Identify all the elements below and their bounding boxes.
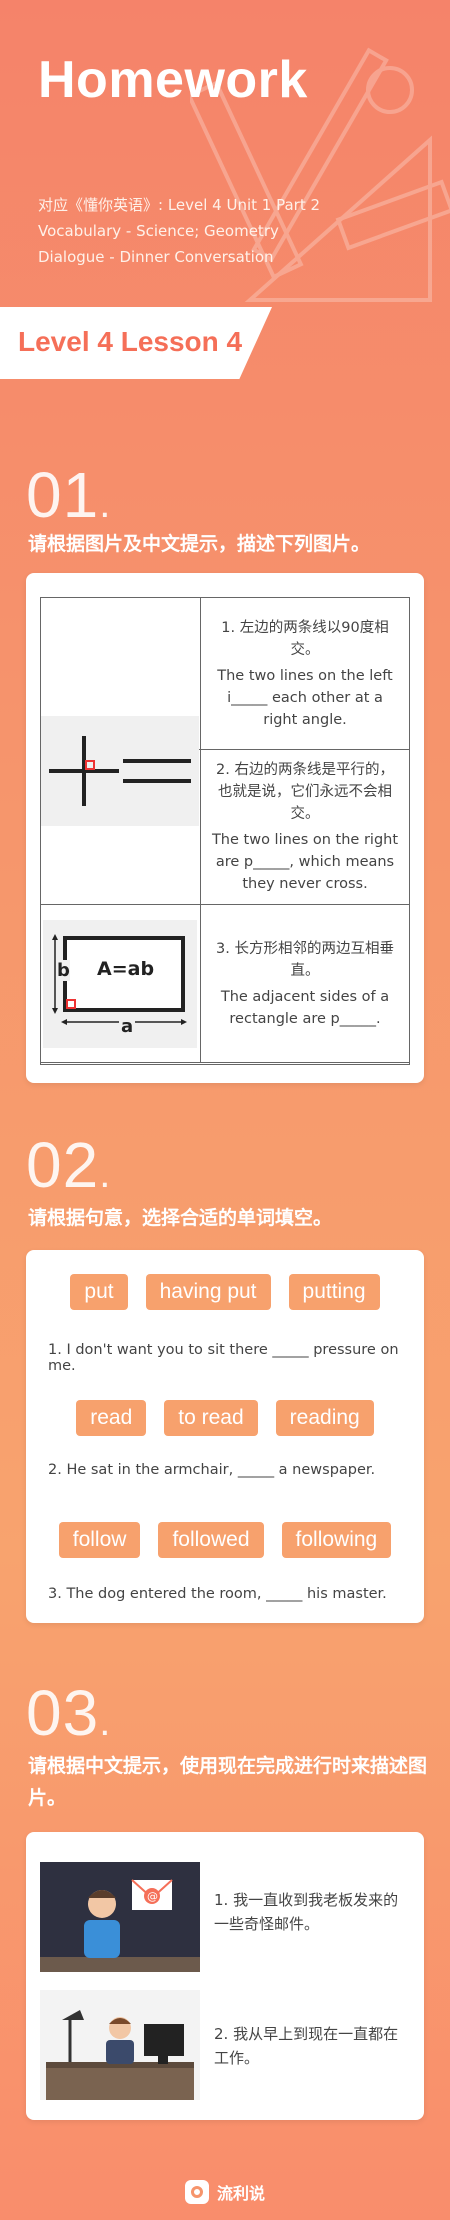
- option-chip[interactable]: putting: [288, 1274, 380, 1310]
- brand-name: 流利说: [216, 2184, 265, 2203]
- description-table: 1. 左边的两条线以90度相交。 The two lines on the le…: [40, 597, 410, 1065]
- row-3-cn: 3. 长方形相邻的两边互相垂直。: [216, 940, 394, 979]
- section-3-instruction: 请根据中文提示，使用现在完成进行时来描述图片。: [28, 1755, 428, 1809]
- options-group-1: put having put putting: [26, 1274, 424, 1310]
- table-cell-text: 1. 左边的两条线以90度相交。 The two lines on the le…: [201, 598, 409, 749]
- level-label: Level 4 Lesson 4: [18, 326, 243, 357]
- item-1-text: 1. 我一直收到我老板发来的一些奇怪邮件。: [214, 1891, 399, 1933]
- footer: 流利说: [0, 2180, 450, 2204]
- meta-line-1: 对应《懂你英语》: Level 4 Unit 1 Part 2: [38, 196, 321, 214]
- sentence-3: 3. The dog entered the room, _____ his m…: [48, 1586, 387, 1602]
- sentence-2: 2. He sat in the armchair, _____ a newsp…: [48, 1462, 376, 1478]
- section-1-card: 1. 左边的两条线以90度相交。 The two lines on the le…: [26, 573, 424, 1083]
- section-number-3: 03.: [26, 1677, 112, 1749]
- option-chip[interactable]: reading: [275, 1400, 374, 1436]
- section-2-card: put having put putting 1. I don't want y…: [26, 1250, 424, 1623]
- brand-logo-icon: [184, 2180, 209, 2204]
- option-chip[interactable]: following: [281, 1522, 392, 1558]
- option-chip[interactable]: to read: [164, 1400, 258, 1436]
- perpendicular-parallel-lines-icon: [49, 736, 191, 806]
- section-3-card: @ 1. 我一直收到我老板发来的一些奇怪邮件。 2. 我从早上到现在一直都在工作…: [26, 1832, 424, 2120]
- section-number-1: 01.: [26, 459, 112, 531]
- row-1-cn: 1. 左边的两条线以90度相交。: [221, 619, 389, 658]
- option-chip[interactable]: follow: [58, 1522, 141, 1558]
- rectangle-illustration: A=ab b a: [43, 920, 197, 1048]
- option-chip[interactable]: having put: [145, 1274, 271, 1310]
- row-2-en: The two lines on the right are p_____, w…: [211, 832, 399, 892]
- meta-line-3: Dialogue - Dinner Conversation: [38, 248, 274, 266]
- side-b-label: b: [57, 960, 70, 981]
- page-title: Homework: [38, 51, 308, 109]
- area-formula: A=ab: [97, 958, 155, 980]
- table-cell-text: 2. 右边的两条线是平行的，也就是说，它们永远不会相交。 The two lin…: [201, 750, 409, 904]
- row-2-cn: 2. 右边的两条线是平行的，也就是说，它们永远不会相交。: [216, 762, 394, 822]
- item-2-text: 2. 我从早上到现在一直都在工作。: [214, 2025, 399, 2067]
- email-illustration: @: [40, 1862, 200, 1972]
- lines-illustration: [41, 716, 199, 826]
- row-1-en: The two lines on the left i_____ each ot…: [217, 667, 393, 728]
- side-a-label: a: [119, 1016, 136, 1037]
- options-group-3: follow followed following: [26, 1522, 424, 1558]
- option-chip[interactable]: read: [76, 1400, 147, 1436]
- meta-line-2: Vocabulary - Science; Geometry: [38, 222, 279, 240]
- section-1-instruction: 请根据图片及中文提示，描述下列图片。: [28, 533, 371, 555]
- working-illustration: [40, 1990, 200, 2100]
- section-number-2: 02.: [26, 1129, 112, 1201]
- section-2-instruction: 请根据句意，选择合适的单词填空。: [28, 1207, 333, 1229]
- svg-text:@: @: [147, 1890, 158, 1903]
- man-working-desk-icon: [46, 2010, 194, 2100]
- table-cell-text: 3. 长方形相邻的两边互相垂直。 The adjacent sides of a…: [201, 905, 409, 1062]
- options-group-2: read to read reading: [26, 1400, 424, 1436]
- sentence-1: 1. I don't want you to sit there _____ p…: [48, 1342, 399, 1374]
- header: Homework 对应《懂你英语》: Level 4 Unit 1 Part 2…: [0, 0, 450, 350]
- option-chip[interactable]: followed: [158, 1522, 264, 1558]
- man-receiving-email-icon: @: [40, 1862, 200, 1972]
- row-3-en: The adjacent sides of a rectangle are p_…: [220, 988, 390, 1027]
- option-chip[interactable]: put: [70, 1274, 128, 1310]
